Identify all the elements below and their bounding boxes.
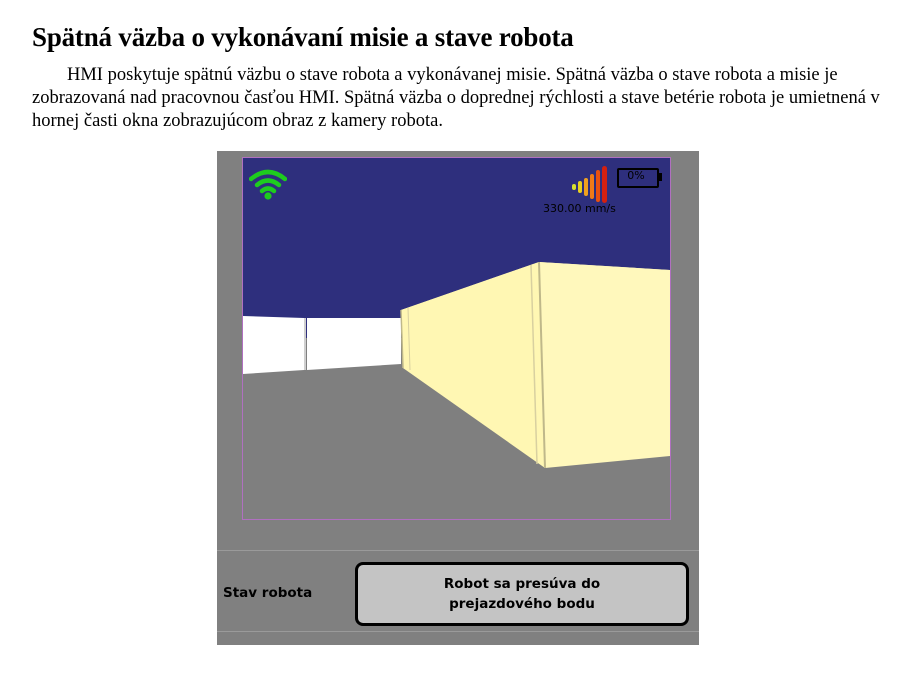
battery-level-text: 0% — [627, 169, 645, 182]
scene-wall-left — [243, 316, 304, 374]
scene-box-front — [539, 262, 670, 468]
divider-bottom — [217, 631, 699, 632]
battery-icon: 0% — [617, 168, 662, 188]
camera-view: 330.00 mm/s 0% — [242, 157, 671, 520]
wifi-signal-icon — [249, 169, 287, 200]
speed-bars-icon — [572, 166, 607, 203]
speed-readout: 330.00 mm/s — [543, 202, 616, 215]
scene-wall-middle — [307, 318, 401, 370]
battery-tip — [659, 173, 662, 181]
document-paragraph: HMI poskytuje spätnú väzbu o stave robot… — [32, 65, 880, 131]
document-heading: Spätná väzba o vykonávaní misie a stave … — [32, 22, 574, 52]
robot-status-label: Stav robota — [223, 585, 313, 601]
robot-status-value: Robot sa presúva do prejazdového bodu — [443, 576, 601, 612]
hmi-screenshot: 330.00 mm/s 0% Stav robota Robot sa pres… — [217, 151, 699, 645]
robot-status-box: Robot sa presúva do prejazdového bodu — [355, 562, 689, 626]
divider-top — [217, 550, 699, 551]
